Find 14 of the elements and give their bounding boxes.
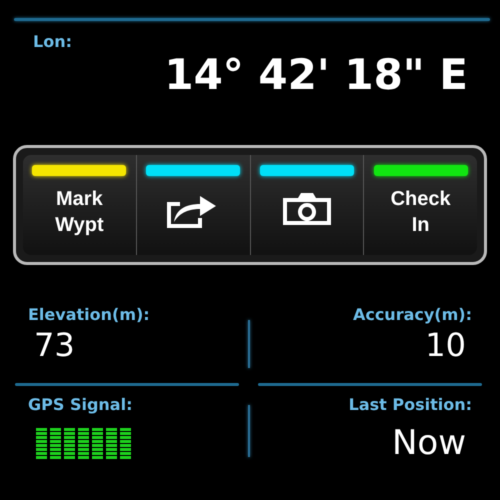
stat-label: GPS Signal: [28, 395, 134, 414]
action-button[interactable]: Mark Wypt [23, 155, 137, 255]
stat-label: Last Position: [348, 395, 472, 414]
stat-value: 10 [424, 325, 467, 366]
longitude-value: 14° 42' 18" E [164, 50, 468, 99]
signal-meter-icon [36, 428, 134, 460]
longitude-label: Lon: [33, 32, 72, 51]
stat-value: Now [390, 422, 467, 464]
stat-label: Accuracy(m): [352, 305, 472, 324]
stat-value: 73 [33, 325, 76, 366]
action-button[interactable]: Check In [364, 155, 477, 255]
stat-label: Elevation(m): [28, 305, 151, 324]
share-button[interactable] [136, 155, 250, 255]
camera-button[interactable] [250, 155, 364, 255]
